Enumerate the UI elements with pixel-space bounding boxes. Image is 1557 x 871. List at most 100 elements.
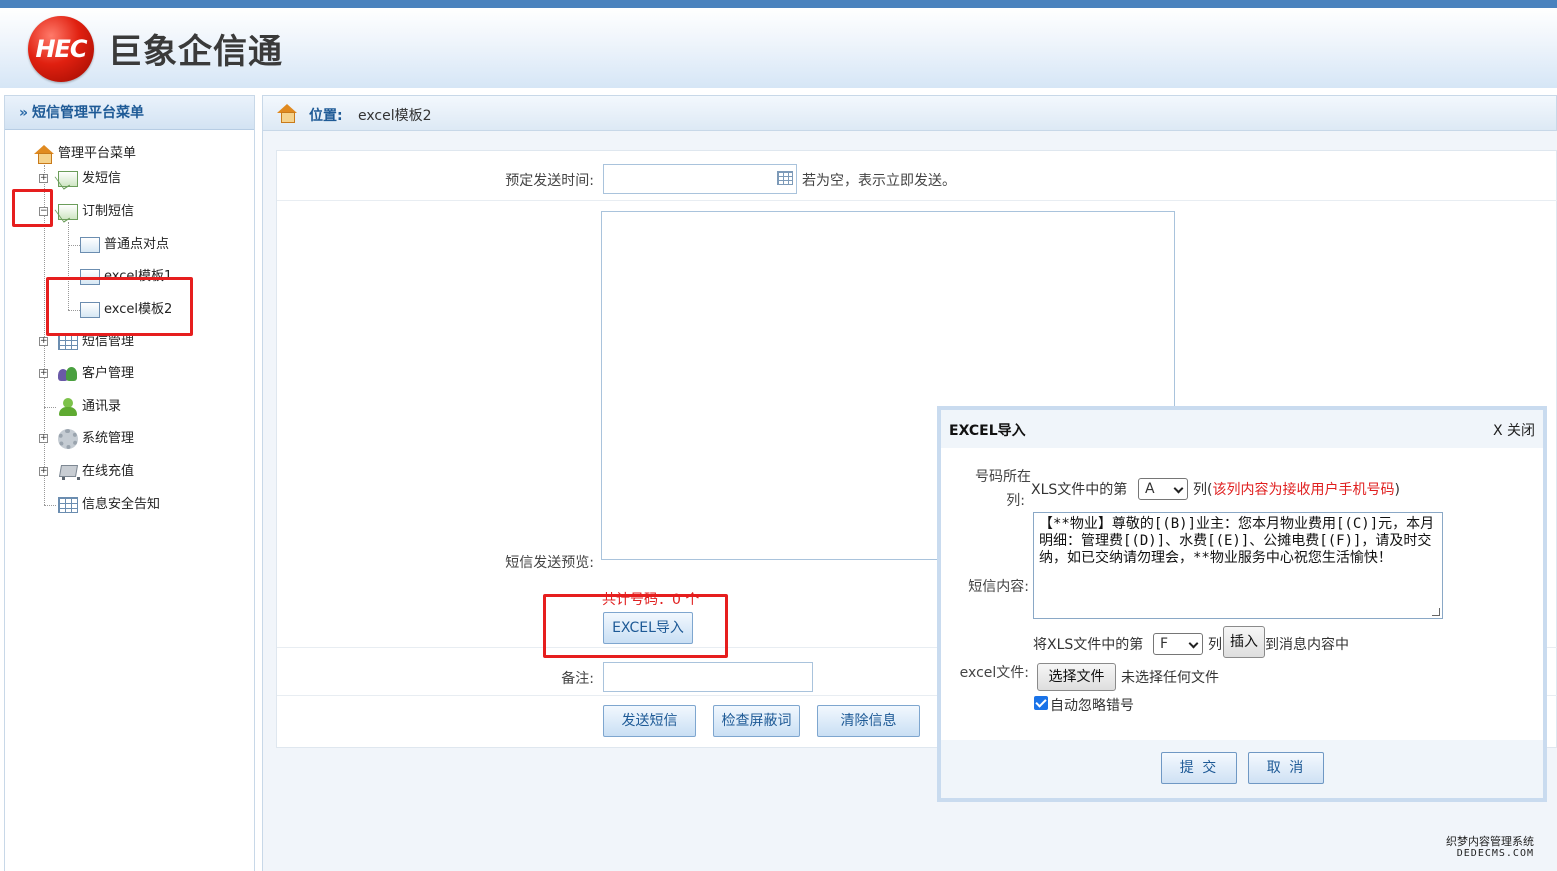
insert-column-value: F [1160,636,1169,652]
sidebar-item-label: 系统管理 [82,431,135,446]
mail-send-icon [80,269,100,285]
clear-info-button[interactable]: 清除信息 [817,705,920,737]
chevron-down-icon [1188,638,1199,649]
no-file-chosen-text: 未选择任何文件 [1121,670,1219,686]
sidebar-item-contacts[interactable]: 通讯录 [58,396,121,418]
sidebar-item-security-notice[interactable]: 信息安全告知 [58,494,160,516]
grid-icon [58,334,78,350]
app-header: HEC 巨象企信通 [0,0,1557,88]
tree-root-label: 管理平台菜单 [58,146,137,161]
sidebar-item-label: 订制短信 [82,204,135,219]
submit-button[interactable]: 提 交 [1161,752,1237,784]
gear-icon [58,429,78,449]
phone-column-label-cont: 列: [1006,493,1025,509]
watermark: 织梦内容管理系统 DEDECMS.COM [1446,836,1534,860]
expand-plus-icon[interactable]: + [39,369,48,378]
sidebar-heading-label: 短信管理平台菜单 [32,105,145,121]
expand-plus-icon[interactable]: + [39,467,48,476]
send-sms-button[interactable]: 发送短信 [603,705,696,737]
tree-line [68,222,69,310]
sidebar-item-customer-manage[interactable]: 客户管理 [58,363,134,385]
sidebar-item-custom-sms[interactable]: 订制短信 [58,201,134,223]
schedule-hint: 若为空，表示立即发送。 [802,173,956,189]
phone-column-note-text: 该列内容为接收用户手机号码 [1212,482,1395,498]
dialog-close-button[interactable]: X 关闭 [1493,420,1535,440]
tree-line [68,245,80,246]
expand-plus-icon[interactable]: + [39,434,48,443]
choose-file-button[interactable]: 选择文件 [1037,663,1116,691]
note-label: 备注: [561,671,594,687]
sidebar-item-excel-template-1[interactable]: excel模板1 [80,266,172,288]
excel-file-label: excel文件: [959,665,1029,681]
sidebar-item-system-manage[interactable]: 系统管理 [58,428,134,450]
schedule-time-label: 预定发送时间: [505,173,594,189]
sidebar-heading: » 短信管理平台菜单 [5,96,254,130]
sidebar-item-label: excel模板1 [104,269,173,284]
dialog-footer: 提 交 取 消 [941,740,1543,798]
tree-line [68,277,80,278]
dialog-title: EXCEL导入 [949,423,1026,439]
tree-line [44,505,56,506]
sidebar-item-label: 发短信 [82,171,122,186]
sidebar-item-excel-template-2[interactable]: excel模板2 [80,299,172,321]
breadcrumb-current: excel模板2 [358,108,432,124]
mail-icon [58,204,78,220]
column-suffix-close: ) [1394,482,1400,498]
phone-column-value: A [1145,481,1155,497]
xls-column-prefix: XLS文件中的第 [1031,482,1128,498]
breadcrumb-label: 位置: [309,108,343,124]
resize-handle-icon[interactable] [1432,608,1440,616]
sms-content-textarea[interactable]: 【**物业】尊敬的[(B)]业主：您本月物业费用[(C)]元，本月明细：管理费[… [1033,512,1443,619]
sms-content-text: 【**物业】尊敬的[(B)]业主：您本月物业费用[(C)]元，本月明细：管理费[… [1039,516,1435,566]
mail-send-icon [80,302,100,318]
auto-skip-label: 自动忽略错号 [1050,698,1134,714]
cart-icon [58,463,80,481]
sidebar-item-online-recharge[interactable]: 在线充值 [58,461,134,483]
sidebar-item-label: 信息安全告知 [82,497,161,512]
excel-import-button[interactable]: EXCEL导入 [603,612,693,644]
sidebar-item-label: 客户管理 [82,366,135,381]
watermark-line2: DEDECMS.COM [1456,848,1534,859]
calendar-icon[interactable] [777,171,793,185]
mail-send-icon [80,237,100,253]
insert-column-prefix: 将XLS文件中的第 [1033,637,1144,653]
insert-column-suffix: 列 [1208,637,1222,653]
check-blocked-words-button[interactable]: 检查屏蔽词 [713,705,800,737]
expand-plus-icon[interactable]: + [39,337,48,346]
collapse-minus-icon[interactable]: − [39,207,48,216]
schedule-time-input[interactable] [603,164,797,194]
excel-import-dialog: EXCEL导入 X 关闭 号码所在 列: XLS文件中的第 A 列(该列内容为接… [937,406,1547,802]
auto-skip-checkbox[interactable] [1034,696,1048,710]
preview-label: 短信发送预览: [505,555,594,571]
sms-content-label: 短信内容: [968,579,1029,595]
sidebar-item-label: 短信管理 [82,334,135,349]
insert-column-select[interactable]: F [1153,633,1203,655]
watermark-line1: 织梦内容管理系统 [1446,835,1534,848]
user-icon [58,398,78,416]
row-divider [277,200,1557,201]
sidebar-item-label: 在线充值 [82,464,135,479]
phone-column-note: 列(该列内容为接收用户手机号码) [1193,479,1400,499]
number-count: 共计号码：0 个 [602,592,700,608]
insert-suffix: 到消息内容中 [1265,637,1349,653]
chevron-down-icon [1173,483,1184,494]
breadcrumb: 位置: excel模板2 [262,95,1557,131]
mail-icon [58,171,78,187]
grid-icon [58,497,78,513]
sidebar-item-label: excel模板2 [104,302,173,317]
double-chevron-icon: » [19,105,29,121]
sidebar-item-point-to-point[interactable]: 普通点对点 [80,234,169,256]
insert-button[interactable]: 插入 [1223,626,1265,658]
home-icon [277,104,297,123]
home-icon [34,145,54,164]
sidebar-item-sms-manage[interactable]: 短信管理 [58,331,134,353]
phone-column-select[interactable]: A [1138,478,1188,500]
hec-logo: HEC [28,16,94,82]
cancel-button[interactable]: 取 消 [1248,752,1324,784]
tree-root[interactable]: 管理平台菜单 [34,143,136,165]
sidebar-item-send-sms[interactable]: 发短信 [58,168,121,190]
expand-plus-icon[interactable]: + [39,174,48,183]
tree-line [68,310,80,311]
note-input[interactable] [603,662,813,692]
column-suffix: 列( [1193,482,1213,498]
